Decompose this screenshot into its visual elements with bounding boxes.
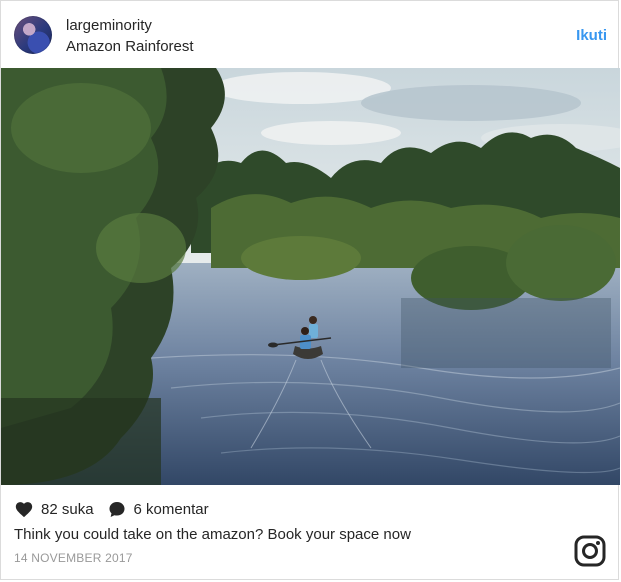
instagram-embed-card: largeminority Amazon Rainforest Ikuti 82… bbox=[0, 0, 620, 580]
location-link[interactable]: Amazon Rainforest bbox=[66, 38, 194, 55]
post-actions: 82 suka 6 komentar bbox=[14, 498, 209, 520]
likes-count[interactable]: 82 suka bbox=[41, 501, 94, 518]
post-photo[interactable] bbox=[1, 68, 620, 485]
follow-button[interactable]: Ikuti bbox=[576, 27, 607, 44]
post-header: largeminority Amazon Rainforest Ikuti bbox=[1, 1, 618, 68]
comment-bubble-icon[interactable] bbox=[107, 500, 127, 519]
comments-count[interactable]: 6 komentar bbox=[134, 501, 209, 518]
heart-icon[interactable] bbox=[14, 500, 34, 518]
post-date[interactable]: 14 NOVEMBER 2017 bbox=[14, 551, 133, 565]
user-avatar[interactable] bbox=[14, 16, 52, 54]
username-link[interactable]: largeminority bbox=[66, 17, 152, 34]
instagram-logo-icon[interactable] bbox=[574, 535, 606, 567]
post-caption: Think you could take on the amazon? Book… bbox=[14, 526, 411, 543]
